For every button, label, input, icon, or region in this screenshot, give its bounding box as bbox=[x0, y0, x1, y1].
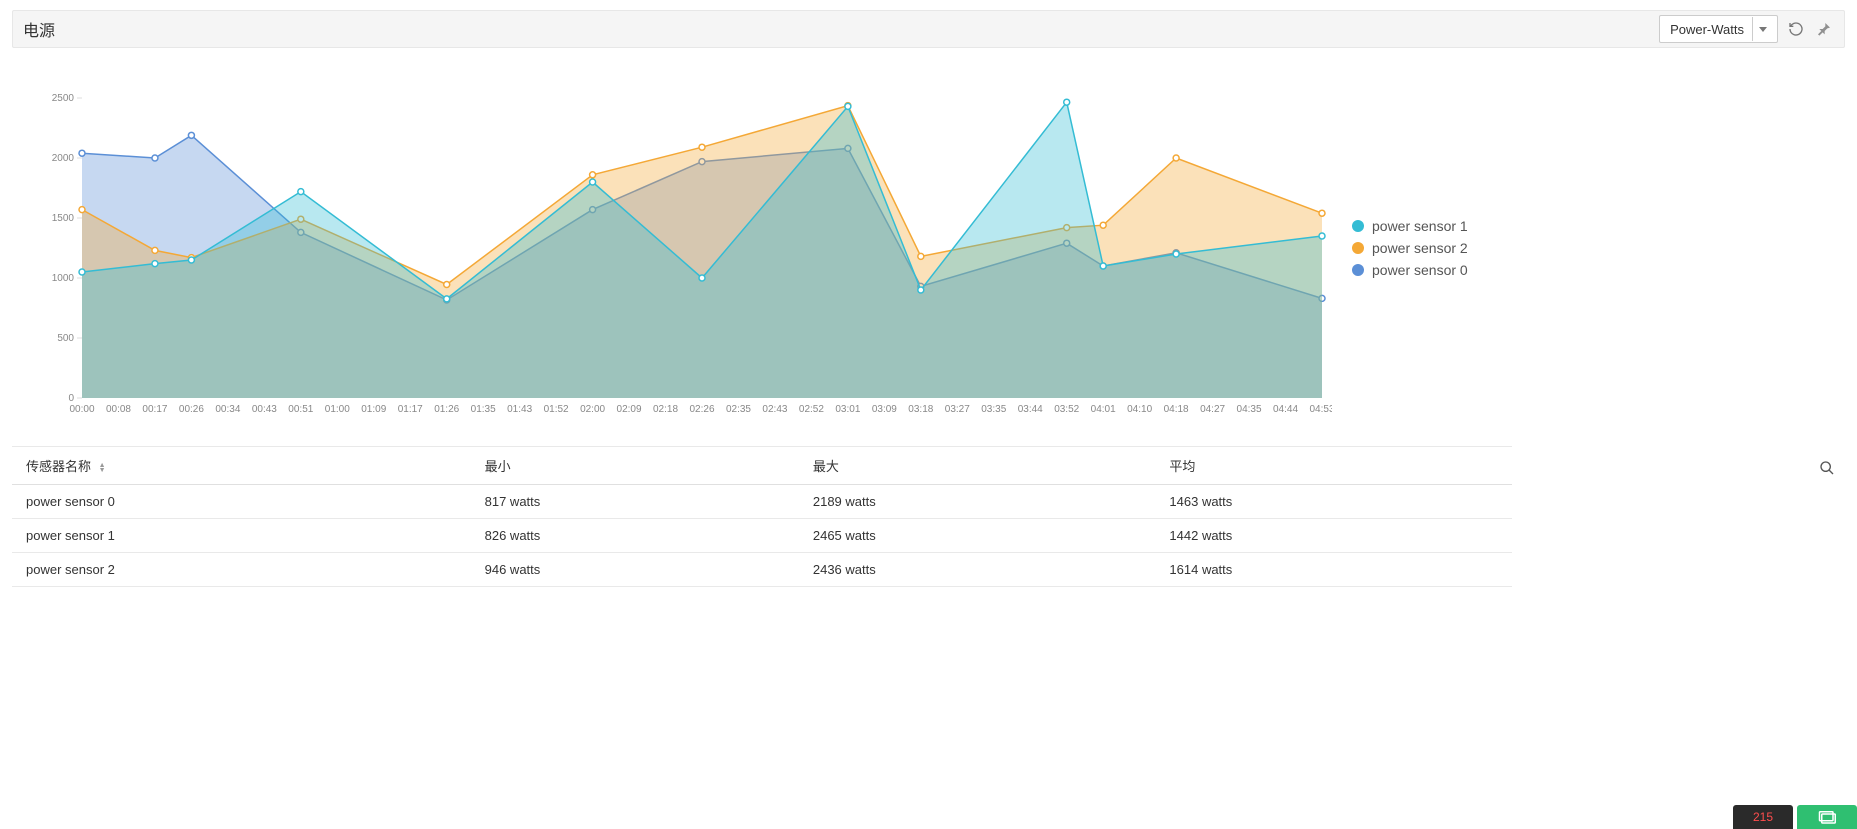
sensor-table-section: 传感器名称 ▲▼ 最小 最大 平均 power sensor 0817 watt… bbox=[12, 446, 1845, 587]
search-icon[interactable] bbox=[1819, 460, 1835, 479]
chart-section: 0 500 1000 1500 2000 2500 00:00 00:08 00:17 00:26… bbox=[12, 88, 1845, 428]
svg-text:03:09: 03:09 bbox=[872, 404, 897, 415]
pin-icon[interactable] bbox=[1814, 19, 1834, 39]
svg-text:01:09: 01:09 bbox=[361, 404, 386, 415]
table-cell-avg: 1614 watts bbox=[1155, 553, 1512, 587]
dock-badge-alert-count: 215 bbox=[1753, 810, 1773, 824]
svg-text:02:09: 02:09 bbox=[617, 404, 642, 415]
svg-text:02:43: 02:43 bbox=[762, 404, 787, 415]
svg-text:02:00: 02:00 bbox=[580, 404, 605, 415]
chart-svg: 0 500 1000 1500 2000 2500 00:00 00:08 00:17 00:26… bbox=[32, 88, 1332, 428]
svg-text:2500: 2500 bbox=[52, 93, 75, 104]
col-header-avg[interactable]: 平均 bbox=[1155, 447, 1512, 485]
svg-text:01:26: 01:26 bbox=[434, 404, 459, 415]
table-cell-name: power sensor 2 bbox=[12, 553, 471, 587]
table-cell-max: 2189 watts bbox=[799, 485, 1156, 519]
legend-item[interactable]: power sensor 0 bbox=[1352, 262, 1468, 278]
legend-swatch bbox=[1352, 242, 1364, 254]
svg-text:04:27: 04:27 bbox=[1200, 404, 1225, 415]
table-cell-min: 817 watts bbox=[471, 485, 799, 519]
table-cell-name: power sensor 0 bbox=[12, 485, 471, 519]
task-stack-icon bbox=[1818, 810, 1836, 824]
legend-label: power sensor 2 bbox=[1372, 240, 1468, 256]
page-title: 电源 bbox=[23, 17, 55, 41]
dock-badge-tasks[interactable] bbox=[1797, 805, 1857, 829]
col-header-name[interactable]: 传感器名称 ▲▼ bbox=[12, 447, 471, 485]
svg-text:04:53: 04:53 bbox=[1309, 404, 1332, 415]
svg-text:01:35: 01:35 bbox=[471, 404, 496, 415]
legend-swatch bbox=[1352, 264, 1364, 276]
svg-text:500: 500 bbox=[57, 333, 74, 344]
metric-dropdown[interactable]: Power-Watts bbox=[1659, 15, 1778, 43]
svg-text:03:27: 03:27 bbox=[945, 404, 970, 415]
table-row: power sensor 1826 watts2465 watts1442 wa… bbox=[12, 519, 1512, 553]
page-root: 电源 Power-Watts bbox=[0, 0, 1857, 597]
legend-item[interactable]: power sensor 1 bbox=[1352, 218, 1468, 234]
svg-text:04:44: 04:44 bbox=[1273, 404, 1298, 415]
refresh-icon[interactable] bbox=[1786, 19, 1806, 39]
col-header-min[interactable]: 最小 bbox=[471, 447, 799, 485]
svg-text:03:52: 03:52 bbox=[1054, 404, 1079, 415]
svg-text:1500: 1500 bbox=[52, 213, 75, 224]
svg-text:00:26: 00:26 bbox=[179, 404, 204, 415]
svg-text:03:01: 03:01 bbox=[835, 404, 860, 415]
svg-text:04:10: 04:10 bbox=[1127, 404, 1152, 415]
svg-text:0: 0 bbox=[68, 393, 74, 404]
svg-text:01:52: 01:52 bbox=[544, 404, 569, 415]
svg-text:04:18: 04:18 bbox=[1164, 404, 1189, 415]
svg-text:03:35: 03:35 bbox=[981, 404, 1006, 415]
legend-item[interactable]: power sensor 2 bbox=[1352, 240, 1468, 256]
panel-actions: Power-Watts bbox=[1659, 15, 1834, 43]
chevron-down-icon bbox=[1752, 17, 1773, 41]
svg-text:04:01: 04:01 bbox=[1091, 404, 1116, 415]
svg-text:04:35: 04:35 bbox=[1237, 404, 1262, 415]
table-cell-max: 2465 watts bbox=[799, 519, 1156, 553]
table-cell-max: 2436 watts bbox=[799, 553, 1156, 587]
table-row: power sensor 0817 watts2189 watts1463 wa… bbox=[12, 485, 1512, 519]
svg-text:02:52: 02:52 bbox=[799, 404, 824, 415]
svg-text:01:43: 01:43 bbox=[507, 404, 532, 415]
sensor-table: 传感器名称 ▲▼ 最小 最大 平均 power sensor 0817 watt… bbox=[12, 446, 1512, 587]
sort-icon: ▲▼ bbox=[99, 463, 106, 473]
chart-plot-area: 0 500 1000 1500 2000 2500 00:00 00:08 00:17 00:26… bbox=[32, 88, 1332, 428]
col-header-max[interactable]: 最大 bbox=[799, 447, 1156, 485]
table-cell-name: power sensor 1 bbox=[12, 519, 471, 553]
table-cell-min: 826 watts bbox=[471, 519, 799, 553]
svg-text:00:17: 00:17 bbox=[142, 404, 167, 415]
table-row: power sensor 2946 watts2436 watts1614 wa… bbox=[12, 553, 1512, 587]
bottom-dock: 215 bbox=[1733, 805, 1857, 829]
panel-header: 电源 Power-Watts bbox=[12, 10, 1845, 48]
svg-text:03:18: 03:18 bbox=[908, 404, 933, 415]
svg-text:01:17: 01:17 bbox=[398, 404, 423, 415]
svg-text:1000: 1000 bbox=[52, 273, 75, 284]
col-header-name-label: 传感器名称 bbox=[26, 459, 91, 474]
svg-text:00:43: 00:43 bbox=[252, 404, 277, 415]
svg-text:00:51: 00:51 bbox=[288, 404, 313, 415]
legend-label: power sensor 1 bbox=[1372, 218, 1468, 234]
svg-text:2000: 2000 bbox=[52, 153, 75, 164]
table-cell-min: 946 watts bbox=[471, 553, 799, 587]
svg-text:02:35: 02:35 bbox=[726, 404, 751, 415]
svg-text:01:00: 01:00 bbox=[325, 404, 350, 415]
dock-badge-alert[interactable]: 215 bbox=[1733, 805, 1793, 829]
legend-label: power sensor 0 bbox=[1372, 262, 1468, 278]
svg-text:02:26: 02:26 bbox=[689, 404, 714, 415]
svg-text:00:08: 00:08 bbox=[106, 404, 131, 415]
table-cell-avg: 1442 watts bbox=[1155, 519, 1512, 553]
svg-text:00:34: 00:34 bbox=[215, 404, 240, 415]
svg-text:02:18: 02:18 bbox=[653, 404, 678, 415]
legend-swatch bbox=[1352, 220, 1364, 232]
chart-legend: power sensor 1 power sensor 2 power sensor… bbox=[1352, 88, 1468, 284]
metric-dropdown-label: Power-Watts bbox=[1670, 22, 1752, 37]
svg-text:03:44: 03:44 bbox=[1018, 404, 1043, 415]
table-cell-avg: 1463 watts bbox=[1155, 485, 1512, 519]
svg-text:00:00: 00:00 bbox=[69, 404, 94, 415]
